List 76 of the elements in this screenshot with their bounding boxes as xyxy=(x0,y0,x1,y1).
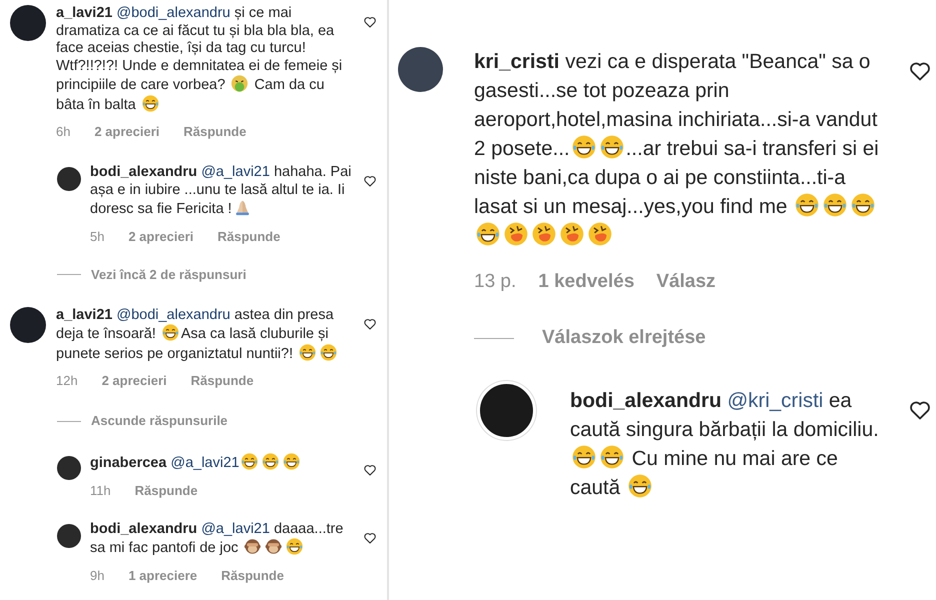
comment-text: bodi_alexandru @a_lavi21 hahaha. Pai așa e in iubire ...unu te lasă altul te ia. Ii doresc sa fie Fericita ! xyxy=(90,164,352,218)
comment-text: bodi_alexandru @kri_cristi ea caută singura bărbații la domiciliu. Cu mine nu mai are ce caută xyxy=(570,388,880,501)
username-link[interactable]: bodi_alexandru xyxy=(570,389,722,412)
tilted-laughing-face-icon xyxy=(503,222,529,246)
reply-link[interactable]: Răspunde xyxy=(221,568,284,584)
heart-icon[interactable] xyxy=(363,15,377,29)
praying-hands-icon xyxy=(234,199,251,216)
mention-link[interactable]: @bodi_alexandru xyxy=(116,5,230,21)
comment-text: bodi_alexandru @a_lavi21 daaaa...tre sa mi fac pantofi de joc xyxy=(90,520,344,558)
comment-time: 6h xyxy=(56,124,70,140)
comment-time: 11h xyxy=(90,482,111,498)
laughing-face-icon xyxy=(626,474,653,498)
laughing-face-icon xyxy=(850,193,876,217)
mention-link[interactable]: @a_lavi21 xyxy=(201,520,270,536)
avatar[interactable] xyxy=(477,381,536,440)
likes-count-link[interactable]: 2 aprecieri xyxy=(94,124,160,140)
laughing-face-icon xyxy=(598,135,625,159)
username-link[interactable]: ginabercea xyxy=(90,455,167,471)
username-link[interactable]: a_lavi21 xyxy=(56,306,112,322)
laughing-face-icon xyxy=(286,538,304,555)
avatar[interactable] xyxy=(398,47,443,92)
comment-text: kri_cristi vezi ca e disperata "Beanca" sa o gasesti...se tot pozeaza prin aeroport,hotel,masina inchiriata...si-a vandut 2 posete... ...ar trebui sa-i transferi si ei niste bani,ca dupa o ai pe constiinta...ti-a lasat si un mesaj...yes,you find me xyxy=(474,47,886,250)
toggle-replies-link[interactable]: Vezi încă 2 de răspunsuri xyxy=(91,266,246,282)
likes-count-link[interactable]: 1 kedvelés xyxy=(538,270,634,294)
vomiting-face-icon xyxy=(231,75,248,92)
tilted-laughing-face-icon xyxy=(531,222,557,246)
avatar[interactable] xyxy=(10,5,46,41)
mention-link[interactable]: @a_lavi21 xyxy=(201,164,270,180)
heart-icon[interactable] xyxy=(363,174,377,188)
mention-link[interactable]: @kri_cristi xyxy=(727,389,824,412)
laughing-face-icon xyxy=(475,222,501,246)
tilted-laughing-face-icon xyxy=(559,222,585,246)
heart-icon[interactable] xyxy=(363,316,377,330)
toggle-replies-link[interactable]: Ascunde răspunsurile xyxy=(91,413,228,429)
avatar[interactable] xyxy=(57,456,81,480)
mention-link[interactable]: @bodi_alexandru xyxy=(116,306,230,322)
comment-time: 12h xyxy=(56,373,78,389)
laughing-face-icon xyxy=(822,193,848,217)
likes-count-link[interactable]: 2 aprecieri xyxy=(128,228,194,244)
laughing-face-icon xyxy=(142,94,159,112)
reply-link[interactable]: Răspunde xyxy=(190,373,254,389)
laughing-face-icon xyxy=(283,453,300,470)
heart-icon[interactable] xyxy=(363,463,377,477)
comment-time: 5h xyxy=(90,228,104,244)
monkey-face-icon xyxy=(244,538,262,555)
laughing-face-icon xyxy=(320,344,338,360)
monkey-face-icon xyxy=(265,538,282,555)
mention-link[interactable]: @a_lavi21 xyxy=(170,455,240,471)
likes-count-link[interactable]: 2 aprecieri xyxy=(102,373,167,389)
avatar[interactable] xyxy=(57,524,81,548)
comment-text: a_lavi21 @bodi_alexandru astea din presa deja te însoară! Asa ca lasă cluburile și punete serios pe organiztatul nuntii?! xyxy=(56,306,344,363)
reply-link[interactable]: Válasz xyxy=(656,270,716,294)
reply-link[interactable]: Răspunde xyxy=(184,124,246,140)
tilted-laughing-face-icon xyxy=(587,222,613,246)
laughing-face-icon xyxy=(241,453,258,470)
laughing-face-icon xyxy=(570,135,597,159)
laughing-face-icon xyxy=(571,445,597,469)
comment-time: 13 p. xyxy=(474,270,516,294)
comment-text: a_lavi21 @bodi_alexandru și ce mai dramatiza ca ce ai făcut tu și bla bla bla, ea face aceias chestie, își da tag cu turcu! Wtf?!!?!?! Unde e demnitatea ei de femeie și principiile de care vorbea? Cam da cu bâta în balta xyxy=(56,5,344,114)
toggle-replies-link[interactable]: Válaszok elrejtése xyxy=(542,326,706,350)
comment-time: 9h xyxy=(90,568,104,584)
laughing-face-icon xyxy=(262,453,280,470)
reply-link[interactable]: Răspunde xyxy=(218,228,280,244)
heart-icon[interactable] xyxy=(363,530,377,544)
likes-count-link[interactable]: 1 apreciere xyxy=(128,568,198,584)
username-link[interactable]: bodi_alexandru xyxy=(90,164,198,180)
laughing-face-icon xyxy=(299,344,316,360)
username-link[interactable]: kri_cristi xyxy=(474,50,560,73)
avatar[interactable] xyxy=(10,306,46,342)
avatar[interactable] xyxy=(57,167,81,191)
laughing-face-icon xyxy=(599,445,625,469)
reply-link[interactable]: Răspunde xyxy=(134,482,198,498)
laughing-face-icon xyxy=(162,324,179,341)
username-link[interactable]: bodi_alexandru xyxy=(90,520,198,536)
username-link[interactable]: a_lavi21 xyxy=(56,5,112,21)
laughing-face-icon xyxy=(794,193,820,217)
